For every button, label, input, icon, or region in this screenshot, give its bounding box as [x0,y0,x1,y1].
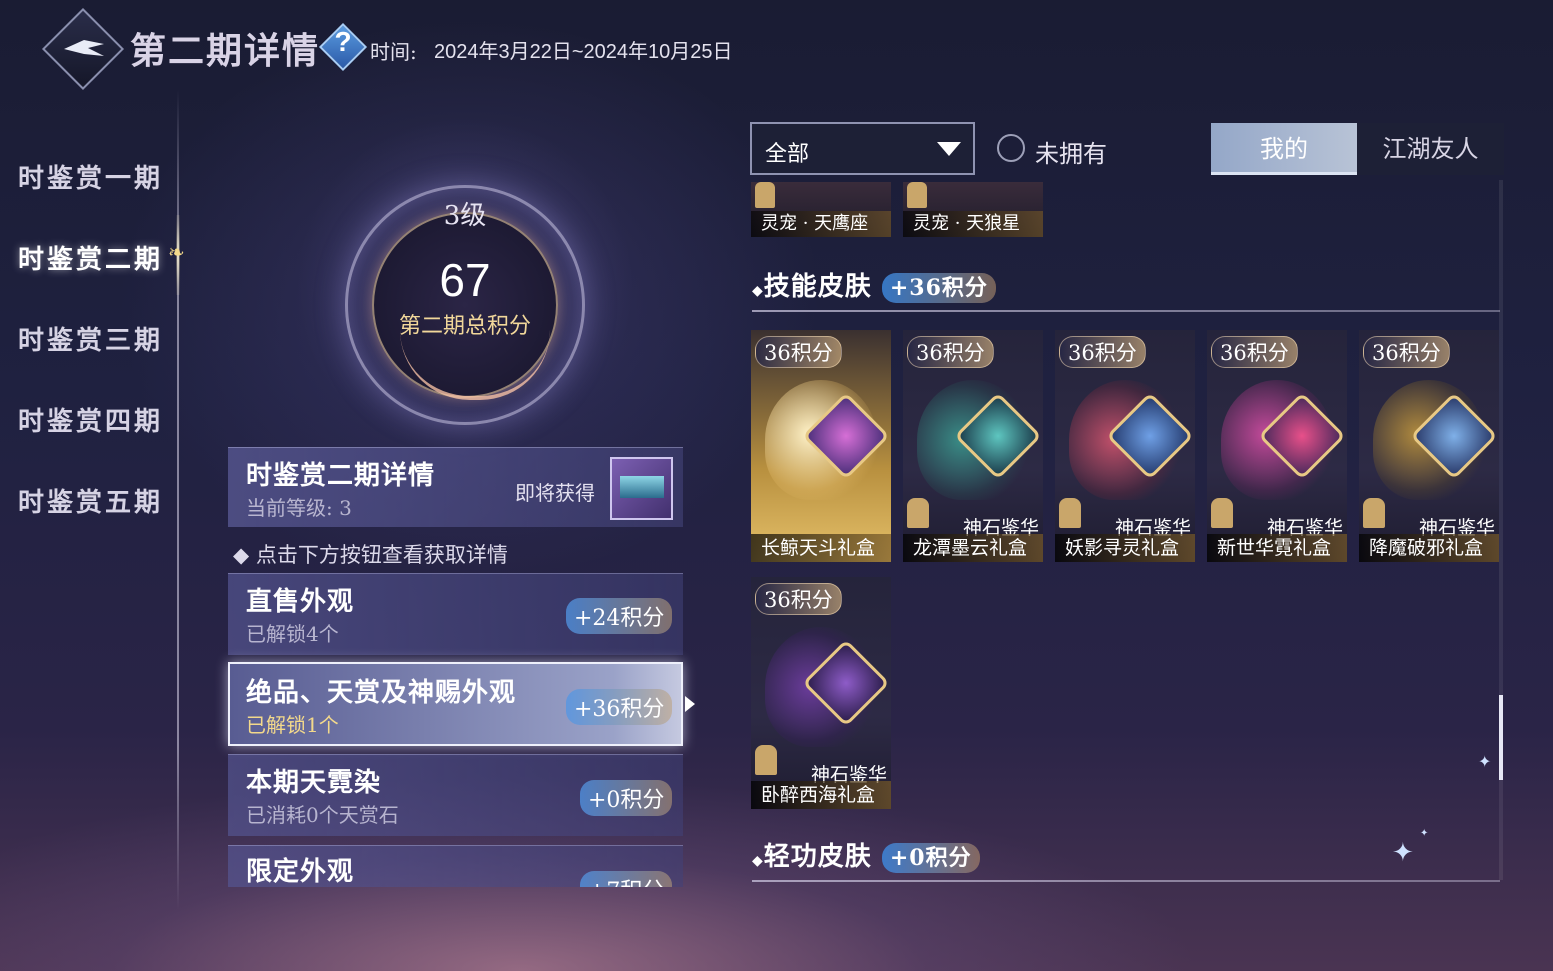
selected-arrow-icon [685,696,695,712]
pet-card[interactable]: 灵宠 · 天鹰座 [751,182,891,237]
category-title: 绝品、天赏及神赐外观 [246,678,517,708]
pet-name: 灵宠 · 天鹰座 [751,211,891,237]
category-title: 本期天霓染 [246,768,382,798]
category-title: 限定外观 [246,857,355,887]
skin-card[interactable]: 36积分 神石鉴华 卧醉西海礼盒 [751,577,891,809]
category-points: +0积分 [580,780,673,816]
category-sub: 已消耗0个天赏石 [246,803,399,827]
season-detail-title: 时鉴赏二期详情 [246,461,436,491]
sparkle-icon: ✦ [1478,752,1492,771]
sparkle-icon: ✦ [1392,838,1414,868]
score-level: 3级 [443,201,487,231]
skin-points: 36积分 [1363,336,1450,368]
tab-friends[interactable]: 江湖友人 [1357,123,1504,175]
lock-icon [1059,498,1081,528]
section-skill-skins: ◆技能皮肤 +36积分 [752,266,996,303]
back-arrow-icon [64,40,104,56]
skin-name: 长鲸天斗礼盒 [751,534,891,562]
category-limited-clip: 限定外观 +7积分 [228,845,683,887]
lock-icon [1211,498,1233,528]
category-points: +7积分 [580,871,673,887]
section-divider [752,880,1500,882]
nav-item-season-1[interactable]: 时鉴赏一期 [18,158,163,195]
score-label: 第二期总积分 [398,314,531,339]
skin-name: 妖影寻灵礼盒 [1055,534,1195,562]
nav-item-season-4[interactable]: 时鉴赏四期 [18,401,163,438]
category-sub: 已解锁4个 [246,622,339,646]
filter-dropdown-value: 全部 [765,142,810,167]
triangle-down-icon [937,142,961,156]
current-level: 当前等级: 3 [246,496,352,520]
skin-card[interactable]: 36积分 神石鉴华 新世华霓礼盒 [1207,330,1347,562]
question-mark-icon: ? [334,26,352,57]
skin-card[interactable]: 36积分 神石鉴华 龙潭墨云礼盒 [903,330,1043,562]
nav-active-marker-icon: ❧ [168,240,185,264]
reward-image-icon [620,476,664,498]
nav-item-season-2[interactable]: 时鉴赏二期 [18,239,163,276]
skin-name: 新世华霓礼盒 [1207,534,1347,562]
upcoming-reward-label: 即将获得 [515,481,595,505]
tab-mine[interactable]: 我的 [1211,123,1357,175]
skin-points: 36积分 [755,336,842,368]
lock-icon [755,182,775,208]
section-title: 轻功皮肤 [763,842,872,872]
sparkle-icon: ✦ [1420,828,1429,839]
hint-text: ◆ 点击下方按钮查看获取详情 [233,543,508,567]
lock-icon [755,745,777,775]
nav-item-season-5[interactable]: 时鉴赏五期 [18,482,163,519]
page-title: 第二期详情 [130,30,321,72]
section-title: 技能皮肤 [763,272,872,302]
skin-card[interactable]: 36积分 长鲸天斗礼盒 [751,330,891,562]
skin-name: 卧醉西海礼盒 [751,781,891,809]
lock-icon [907,498,929,528]
nav-item-season-3[interactable]: 时鉴赏三期 [18,320,163,357]
category-title: 直售外观 [246,587,355,617]
category-points: +24积分 [566,598,673,634]
skin-points: 36积分 [907,336,994,368]
skin-points: 36积分 [1211,336,1298,368]
section-points: +36积分 [881,273,996,303]
time-range: 2024年3月22日~2024年10月25日 [434,41,733,63]
skin-points: 36积分 [1059,336,1146,368]
unowned-label[interactable]: 未拥有 [1035,134,1107,169]
score-total: 67 [439,254,491,306]
nav-divider [177,90,179,910]
skin-card[interactable]: 36积分 神石鉴华 妖影寻灵礼盒 [1055,330,1195,562]
pet-card[interactable]: 灵宠 · 天狼星 [903,182,1043,237]
unowned-radio[interactable] [997,134,1025,162]
time-label: 时间: [370,40,417,64]
skin-name: 降魔破邪礼盒 [1359,534,1499,562]
lock-icon [1363,498,1385,528]
scrollbar-thumb[interactable] [1499,695,1503,780]
skin-points: 36积分 [755,583,842,615]
category-points: +36积分 [566,689,673,725]
section-points: +0积分 [881,843,980,873]
category-sub: 已解锁1个 [246,713,339,737]
section-divider [752,310,1500,312]
skin-name: 龙潭墨云礼盒 [903,534,1043,562]
section-qinggong-skins: ◆轻功皮肤 +0积分 [752,836,980,873]
pet-name: 灵宠 · 天狼星 [903,211,1043,237]
lock-icon [907,182,927,208]
skin-card[interactable]: 36积分 神石鉴华 降魔破邪礼盒 [1359,330,1499,562]
